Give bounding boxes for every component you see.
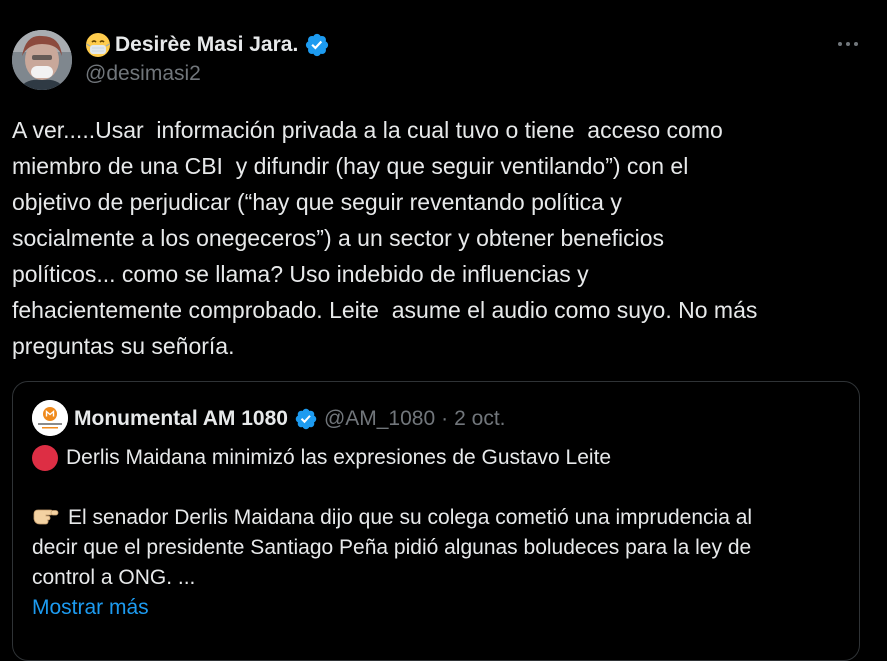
- quote-body-text: El senador Derlis Maidana dijo que su co…: [32, 506, 753, 589]
- quote-body: El senador Derlis Maidana dijo que su co…: [32, 503, 852, 593]
- verified-badge-icon[interactable]: [304, 32, 330, 58]
- quote-separator: ·: [441, 407, 449, 430]
- monumental-logo-icon: [32, 400, 68, 436]
- quote-avatar[interactable]: [32, 400, 68, 436]
- quote-handle[interactable]: @AM_1080: [324, 407, 435, 431]
- quote-verified-badge-icon[interactable]: [294, 407, 318, 431]
- quote-headline: Derlis Maidana minimizó las expresiones …: [32, 443, 852, 473]
- tweet-text: A ver.....Usar información privada a la …: [12, 117, 758, 359]
- show-more-link[interactable]: Mostrar más: [32, 593, 149, 623]
- author-name-row[interactable]: Desirèe Masi Jara.: [85, 30, 330, 60]
- more-dots-icon: [838, 42, 858, 46]
- quote-date[interactable]: 2 oct.: [454, 407, 505, 431]
- face-with-medical-mask-icon: [86, 33, 110, 57]
- quote-header[interactable]: Monumental AM 1080 @AM_1080 · 2 oct.: [74, 402, 506, 436]
- backhand-index-pointing-right-icon: [33, 509, 59, 525]
- red-circle-icon: [32, 445, 58, 471]
- author-handle[interactable]: @desimasi2: [85, 62, 201, 86]
- author-avatar[interactable]: [12, 30, 72, 90]
- avatar-photo-icon: [12, 30, 72, 90]
- quote-display-name[interactable]: Monumental AM 1080: [74, 407, 288, 431]
- quote-headline-text: Derlis Maidana minimizó las expresiones …: [66, 446, 612, 469]
- author-display-name[interactable]: Desirèe Masi Jara.: [115, 33, 298, 57]
- tweet[interactable]: Desirèe Masi Jara. @desimasi2 A ver.....…: [0, 0, 887, 661]
- more-options-button[interactable]: [832, 30, 864, 58]
- quoted-tweet-card[interactable]: Monumental AM 1080 @AM_1080 · 2 oct. Der…: [12, 381, 860, 661]
